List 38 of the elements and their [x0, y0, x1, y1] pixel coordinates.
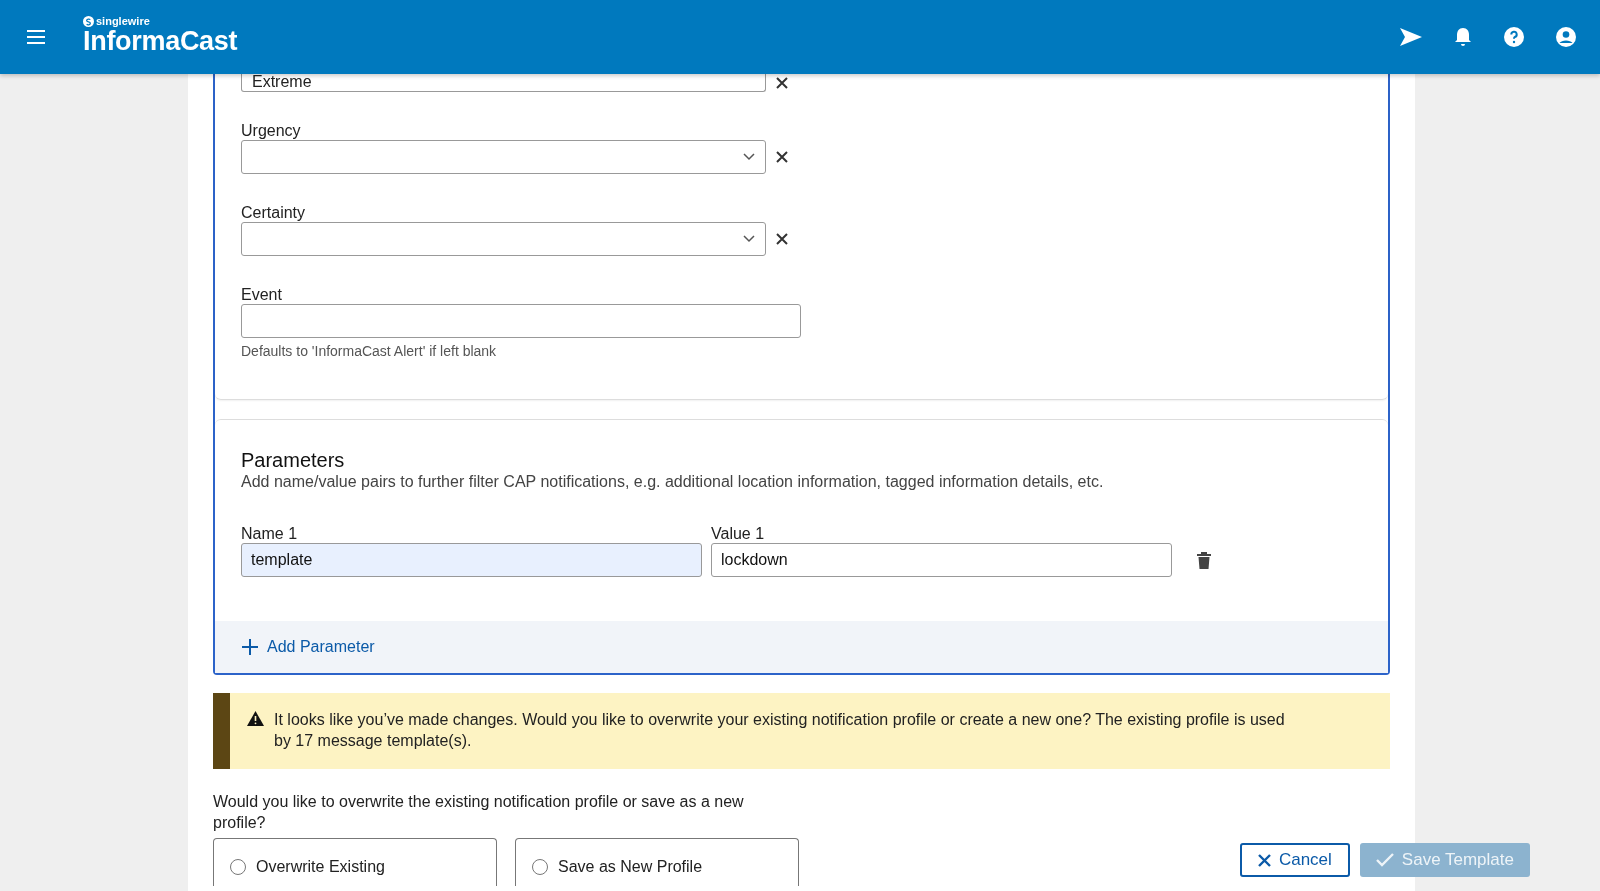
radio-option[interactable]: Save as New Profile [515, 838, 799, 886]
helper-text: Defaults to 'InformaCast Alert' if left blank [241, 343, 498, 359]
trash-icon[interactable] [1197, 552, 1211, 569]
account-icon[interactable] [1556, 27, 1576, 47]
field-label: Certainty [241, 204, 307, 222]
warning-icon [247, 711, 264, 726]
field-label: Name 1 [241, 525, 299, 543]
question-text: Would you like to overwrite the existing notification profile or save as a new profile? [213, 792, 745, 833]
field-label: Event [241, 286, 283, 304]
close-icon [1257, 853, 1271, 867]
check-icon [1375, 853, 1394, 867]
radio-option[interactable]: Overwrite Existing [213, 838, 497, 886]
name-field[interactable]: template [241, 543, 702, 577]
section-title: Parameters [241, 448, 346, 472]
plus-icon [241, 638, 259, 656]
logo-icon [83, 15, 94, 27]
dropdown-field[interactable]: Extreme [241, 74, 766, 92]
help-icon[interactable] [1504, 27, 1524, 47]
value-field[interactable]: lockdown [711, 543, 1172, 577]
chevron-down-icon [743, 153, 755, 161]
dropdown-field[interactable] [241, 140, 766, 174]
chevron-down-icon [743, 235, 755, 243]
field-label: Value 1 [711, 525, 766, 543]
bell-icon[interactable] [1454, 27, 1472, 47]
brand-title: InformaCast [83, 27, 238, 55]
section-description: Add name/value pairs to further filter CAP notifications, e.g. additional location information, tagged information details, etc. [241, 472, 1105, 492]
field-label: Urgency [241, 122, 302, 140]
clear-icon[interactable] [776, 151, 788, 163]
clear-icon[interactable] [776, 77, 788, 89]
cancel-button[interactable]: Cancel [1239, 843, 1350, 877]
text-field[interactable] [241, 304, 801, 338]
brand-subtitle: singlewire [96, 15, 150, 27]
clear-icon[interactable] [776, 233, 788, 245]
send-icon[interactable] [1400, 28, 1422, 46]
add-parameter-button[interactable]: Add Parameter [241, 638, 375, 656]
menu-icon[interactable] [27, 30, 45, 44]
dropdown-field[interactable] [241, 222, 766, 256]
warning-message: It looks like you’ve made changes. Would you like to overwrite your existing notification profile or create a new one? The existing profile is used by 17 message template(s). [274, 710, 1286, 751]
